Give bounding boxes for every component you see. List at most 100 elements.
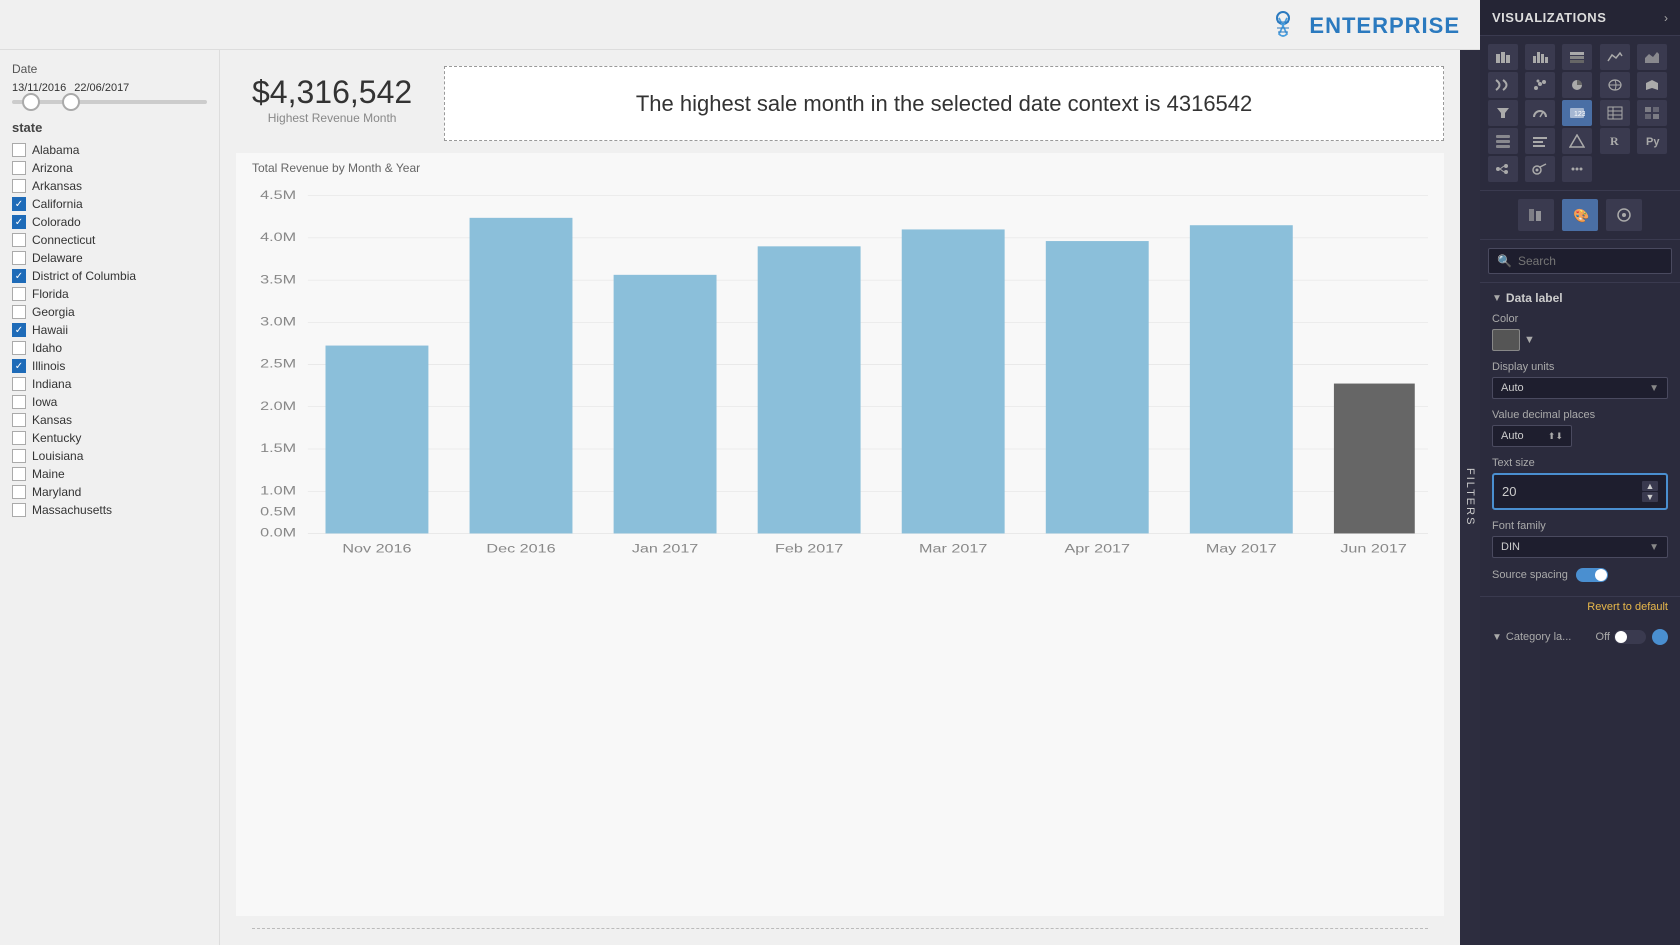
bar-jan2017[interactable]	[614, 275, 717, 534]
state-checkbox[interactable]	[12, 413, 26, 427]
state-checkbox[interactable]	[12, 197, 26, 211]
decimal-places-dropdown[interactable]: Auto ⬆⬇	[1492, 425, 1572, 447]
state-item[interactable]: Colorado	[12, 215, 207, 229]
ribbon-chart-icon-btn[interactable]	[1488, 72, 1518, 98]
area-chart-icon-btn[interactable]	[1637, 44, 1667, 70]
more-icon-btn[interactable]	[1562, 156, 1592, 182]
funnel-icon-btn[interactable]	[1488, 100, 1518, 126]
bar-feb2017[interactable]	[758, 246, 861, 533]
filters-strip[interactable]: FILTERS	[1460, 50, 1480, 945]
font-family-dropdown[interactable]: DIN ▼	[1492, 536, 1668, 558]
state-checkbox[interactable]	[12, 143, 26, 157]
filled-map-icon-btn[interactable]	[1637, 72, 1667, 98]
category-state-text: Off	[1596, 631, 1610, 643]
format-tab-btn[interactable]: 🎨	[1562, 199, 1598, 231]
state-checkbox[interactable]	[12, 287, 26, 301]
state-checkbox[interactable]	[12, 251, 26, 265]
stacked-bar-icon-btn[interactable]	[1488, 44, 1518, 70]
text-size-down-btn[interactable]: ▼	[1642, 492, 1658, 502]
state-item[interactable]: Connecticut	[12, 233, 207, 247]
bar-dec2016[interactable]	[470, 218, 573, 534]
state-checkbox[interactable]	[12, 503, 26, 517]
state-item[interactable]: Kansas	[12, 413, 207, 427]
analytics-tab-btn[interactable]	[1606, 199, 1642, 231]
state-item[interactable]: Hawaii	[12, 323, 207, 337]
category-toggle[interactable]	[1614, 630, 1646, 644]
state-item[interactable]: Kentucky	[12, 431, 207, 445]
state-item[interactable]: Iowa	[12, 395, 207, 409]
slider-thumb-left[interactable]	[22, 93, 40, 111]
state-item[interactable]: Arizona	[12, 161, 207, 175]
slider-thumb-right[interactable]	[62, 93, 80, 111]
matrix-icon-btn[interactable]	[1637, 100, 1667, 126]
display-units-dropdown[interactable]: Auto ▼	[1492, 377, 1668, 399]
decimal-places-field: Value decimal places Auto ⬆⬇	[1492, 409, 1668, 447]
text-size-up-btn[interactable]: ▲	[1642, 481, 1658, 491]
state-item[interactable]: California	[12, 197, 207, 211]
data-label-header[interactable]: ▼ Data label	[1492, 291, 1668, 305]
state-item[interactable]: Idaho	[12, 341, 207, 355]
state-checkbox[interactable]	[12, 305, 26, 319]
table-icon-btn[interactable]	[1600, 100, 1630, 126]
pie-chart-icon-btn[interactable]	[1562, 72, 1592, 98]
gauge-icon-btn[interactable]	[1525, 100, 1555, 126]
state-name: Georgia	[32, 305, 75, 319]
revert-default-btn[interactable]: Revert to default	[1480, 597, 1680, 621]
state-checkbox[interactable]	[12, 323, 26, 337]
state-checkbox[interactable]	[12, 161, 26, 175]
state-item[interactable]: Georgia	[12, 305, 207, 319]
color-swatch[interactable]	[1492, 329, 1520, 351]
slicer-icon-btn[interactable]	[1525, 128, 1555, 154]
shape-icon-btn[interactable]	[1562, 128, 1592, 154]
scatter-icon-btn[interactable]	[1525, 72, 1555, 98]
state-item[interactable]: Maine	[12, 467, 207, 481]
state-checkbox[interactable]	[12, 377, 26, 391]
state-item[interactable]: Florida	[12, 287, 207, 301]
search-box[interactable]: 🔍	[1488, 248, 1672, 274]
state-item[interactable]: Arkansas	[12, 179, 207, 193]
state-item[interactable]: Illinois	[12, 359, 207, 373]
state-item[interactable]: District of Columbia	[12, 269, 207, 283]
color-dropdown-arrow[interactable]: ▼	[1524, 334, 1535, 346]
source-spacing-toggle[interactable]	[1576, 568, 1608, 582]
card-icon-btn[interactable]: 123	[1562, 100, 1592, 126]
state-checkbox[interactable]	[12, 269, 26, 283]
line-chart-icon-btn[interactable]	[1600, 44, 1630, 70]
state-item[interactable]: Louisiana	[12, 449, 207, 463]
state-item[interactable]: Massachusetts	[12, 503, 207, 517]
python-icon-btn[interactable]: Py	[1637, 128, 1667, 154]
state-checkbox[interactable]	[12, 467, 26, 481]
text-size-box[interactable]: 20 ▲ ▼	[1492, 473, 1668, 510]
kpi-value: $4,316,542	[252, 74, 412, 111]
viz-collapse-btn[interactable]: ›	[1664, 11, 1668, 25]
state-checkbox[interactable]	[12, 215, 26, 229]
state-item[interactable]: Indiana	[12, 377, 207, 391]
state-item[interactable]: Delaware	[12, 251, 207, 265]
bar-jun2017[interactable]	[1334, 384, 1415, 534]
state-checkbox[interactable]	[12, 395, 26, 409]
state-checkbox[interactable]	[12, 341, 26, 355]
column-chart-icon-btn[interactable]	[1525, 44, 1555, 70]
text-size-controls: ▲ ▼	[1642, 481, 1658, 502]
state-item[interactable]: Maryland	[12, 485, 207, 499]
r-visual-icon-btn[interactable]: R	[1600, 128, 1630, 154]
search-input[interactable]	[1518, 254, 1663, 268]
100pct-bar-icon-btn[interactable]	[1562, 44, 1592, 70]
bar-may2017[interactable]	[1190, 225, 1293, 533]
map-icon-btn[interactable]	[1600, 72, 1630, 98]
multirow-card-icon-btn[interactable]	[1488, 128, 1518, 154]
fields-tab-btn[interactable]	[1518, 199, 1554, 231]
bar-mar2017[interactable]	[902, 229, 1005, 533]
date-slider-track[interactable]	[12, 100, 207, 104]
key-influencer-icon-btn[interactable]	[1525, 156, 1555, 182]
bar-apr2017[interactable]	[1046, 241, 1149, 533]
bar-nov2016[interactable]	[326, 346, 429, 534]
state-checkbox[interactable]	[12, 485, 26, 499]
state-checkbox[interactable]	[12, 179, 26, 193]
state-checkbox[interactable]	[12, 359, 26, 373]
state-checkbox[interactable]	[12, 431, 26, 445]
state-item[interactable]: Alabama	[12, 143, 207, 157]
decomp-tree-icon-btn[interactable]	[1488, 156, 1518, 182]
state-checkbox[interactable]	[12, 233, 26, 247]
state-checkbox[interactable]	[12, 449, 26, 463]
